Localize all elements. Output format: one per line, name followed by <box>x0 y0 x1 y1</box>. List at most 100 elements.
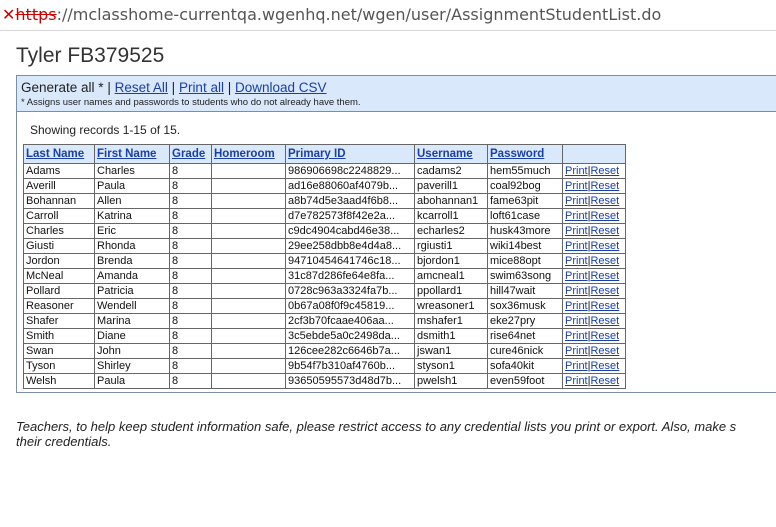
table-row: Pollard Patricia 8 0728c963a3324fa7b... ppol… <box>23 283 626 299</box>
reset-link[interactable]: Reset <box>590 165 619 177</box>
print-link[interactable]: Print <box>565 345 588 357</box>
cell-homeroom <box>211 373 286 389</box>
cell-homeroom <box>211 298 286 314</box>
cell-homeroom <box>211 163 286 179</box>
print-link[interactable]: Print <box>565 180 588 192</box>
reset-link[interactable]: Reset <box>590 255 619 267</box>
cell-password: coal92bog <box>487 178 563 194</box>
table-row: Tyson Shirley 8 9b54f7b310af4760b... styson1… <box>23 358 626 374</box>
separator: | <box>171 80 176 95</box>
print-link[interactable]: Print <box>565 315 588 327</box>
table-row: Carroll Katrina 8 d7e782573f8f42e2a... kcarr… <box>23 208 626 224</box>
cell-actions: Print|Reset <box>562 373 626 389</box>
cell-primary-id: 126cee282c6646b7a... <box>285 343 415 359</box>
column-header-homeroom[interactable]: Homeroom <box>211 144 286 164</box>
actions-header: Generate all * | Reset All | Print all |… <box>17 76 776 112</box>
column-header-grade[interactable]: Grade <box>169 144 212 164</box>
students-table: Last Name First Name Grade Homeroom Primary … <box>23 144 626 389</box>
cell-grade: 8 <box>169 238 212 254</box>
cell-first-name: Paula <box>94 178 170 194</box>
column-header-password[interactable]: Password <box>487 144 563 164</box>
table-row: McNeal Amanda 8 31c87d286fe64e8fa... amcneal… <box>23 268 626 284</box>
cell-last-name: Giusti <box>23 238 95 254</box>
cell-first-name: Patricia <box>94 283 170 299</box>
table-row: Jordon Brenda 8 94710454641746c18... bjordon… <box>23 253 626 269</box>
cell-primary-id: 986906698c2248829... <box>285 163 415 179</box>
cell-actions: Print|Reset <box>562 208 626 224</box>
column-header-primary-id[interactable]: Primary ID <box>285 144 415 164</box>
cell-primary-id: 31c87d286fe64e8fa... <box>285 268 415 284</box>
reset-link[interactable]: Reset <box>590 330 619 342</box>
reset-link[interactable]: Reset <box>590 375 619 387</box>
print-link[interactable]: Print <box>565 360 588 372</box>
cell-primary-id: 0b67a08f0f9c45819... <box>285 298 415 314</box>
cell-actions: Print|Reset <box>562 313 626 329</box>
cell-username: jswan1 <box>414 343 488 359</box>
cell-first-name: Eric <box>94 223 170 239</box>
table-body: Adams Charles 8 986906698c2248829... cadams2… <box>23 163 626 389</box>
cell-password: swim63song <box>487 268 563 284</box>
print-link[interactable]: Print <box>565 300 588 312</box>
cell-grade: 8 <box>169 268 212 284</box>
column-header-username[interactable]: Username <box>414 144 488 164</box>
print-link[interactable]: Print <box>565 285 588 297</box>
security-notice-line2: their credentials. <box>16 434 112 449</box>
cell-actions: Print|Reset <box>562 283 626 299</box>
table-row: Shafer Marina 8 2cf3b70fcaae406aa... mshafer… <box>23 313 626 329</box>
cell-actions: Print|Reset <box>562 178 626 194</box>
reset-link[interactable]: Reset <box>590 345 619 357</box>
print-link[interactable]: Print <box>565 375 588 387</box>
reset-link[interactable]: Reset <box>590 195 619 207</box>
cell-password: loft61case <box>487 208 563 224</box>
print-link[interactable]: Print <box>565 225 588 237</box>
cell-last-name: Swan <box>23 343 95 359</box>
cell-actions: Print|Reset <box>562 358 626 374</box>
cell-homeroom <box>211 253 286 269</box>
cell-last-name: Shafer <box>23 313 95 329</box>
cell-homeroom <box>211 343 286 359</box>
cell-primary-id: ad16e88060af4079b... <box>285 178 415 194</box>
print-link[interactable]: Print <box>565 195 588 207</box>
print-link[interactable]: Print <box>565 330 588 342</box>
reset-link[interactable]: Reset <box>590 180 619 192</box>
reset-link[interactable]: Reset <box>590 300 619 312</box>
cell-username: paverill1 <box>414 178 488 194</box>
cell-first-name: Charles <box>94 163 170 179</box>
cell-actions: Print|Reset <box>562 328 626 344</box>
assign-note: * Assigns user names and passwords to st… <box>21 97 361 108</box>
separator: | <box>107 80 111 95</box>
table-row: Averill Paula 8 ad16e88060af4079b... paveril… <box>23 178 626 194</box>
reset-link[interactable]: Reset <box>590 210 619 222</box>
reset-link[interactable]: Reset <box>590 360 619 372</box>
cell-actions: Print|Reset <box>562 298 626 314</box>
cell-password: fame63pit <box>487 193 563 209</box>
cell-first-name: Shirley <box>94 358 170 374</box>
print-link[interactable]: Print <box>565 270 588 282</box>
column-header-last-name[interactable]: Last Name <box>23 144 95 164</box>
print-link[interactable]: Print <box>565 240 588 252</box>
cell-last-name: Reasoner <box>23 298 95 314</box>
table-row: Swan John 8 126cee282c6646b7a... jswan1 cure4… <box>23 343 626 359</box>
print-link[interactable]: Print <box>565 165 588 177</box>
print-link[interactable]: Print <box>565 255 588 267</box>
cell-last-name: Jordon <box>23 253 95 269</box>
reset-link[interactable]: Reset <box>590 270 619 282</box>
reset-link[interactable]: Reset <box>590 240 619 252</box>
cell-primary-id: 9b54f7b310af4760b... <box>285 358 415 374</box>
print-link[interactable]: Print <box>565 210 588 222</box>
print-all-link[interactable]: Print all <box>179 80 224 95</box>
address-bar[interactable]: ✕https://mclasshome-currentqa.wgenhq.net… <box>0 0 776 31</box>
security-notice: Teachers, to help keep student informati… <box>16 419 776 449</box>
table-row: Smith Diane 8 3c5ebde5a0c2498da... dsmith1 ri… <box>23 328 626 344</box>
cell-last-name: Bohannan <box>23 193 95 209</box>
reset-link[interactable]: Reset <box>590 285 619 297</box>
reset-all-link[interactable]: Reset All <box>115 80 168 95</box>
cell-password: rise64net <box>487 328 563 344</box>
cell-homeroom <box>211 238 286 254</box>
reset-link[interactable]: Reset <box>590 315 619 327</box>
reset-link[interactable]: Reset <box>590 225 619 237</box>
cell-username: kcarroll1 <box>414 208 488 224</box>
download-csv-link[interactable]: Download CSV <box>235 80 327 95</box>
column-header-first-name[interactable]: First Name <box>94 144 170 164</box>
cell-grade: 8 <box>169 343 212 359</box>
